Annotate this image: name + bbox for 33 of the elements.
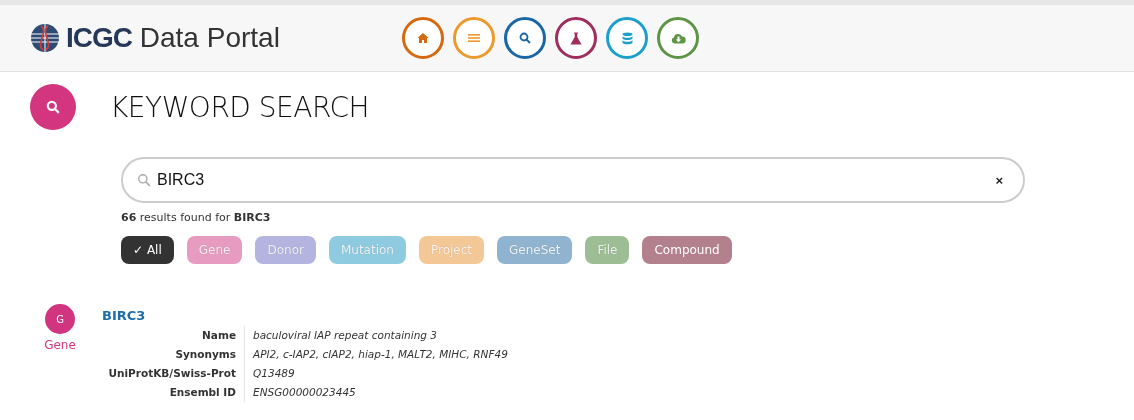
search-icon — [137, 173, 151, 187]
search-field[interactable]: BIRC3 × — [121, 157, 1025, 203]
nav-button[interactable] — [606, 17, 648, 59]
nav-button[interactable] — [657, 17, 699, 59]
field-value: baculoviral IAP repeat containing 3 — [252, 328, 438, 343]
field-label: Ensembl ID — [106, 383, 245, 402]
site-logo[interactable]: ICGC Data Portal — [66, 22, 280, 54]
cloud-download-icon — [670, 32, 686, 44]
type-badge: G — [45, 304, 75, 334]
database-icon — [621, 31, 633, 45]
filter-chip[interactable]: ✓ All — [121, 236, 174, 264]
search-text: BIRC3 — [157, 171, 206, 189]
field-label: Synonyms — [106, 345, 245, 364]
nav-button[interactable] — [504, 17, 546, 59]
search-icon — [519, 32, 531, 44]
result-type: Gene — [44, 338, 76, 352]
clear-button[interactable]: × — [995, 172, 1003, 188]
page-title: KEYWORD SEARCH — [110, 90, 370, 124]
field-label: Name — [106, 326, 245, 345]
globe-logo-icon — [30, 23, 60, 53]
home-icon — [417, 32, 429, 44]
nav-button[interactable] — [402, 17, 444, 59]
flask-icon — [570, 31, 582, 45]
menu-icon — [468, 33, 480, 43]
nav-button[interactable] — [555, 17, 597, 59]
search-icon — [30, 84, 76, 130]
field-value: API2, c-IAP2, cIAP2, hiap-1, MALT2, MIHC, RNF49 — [251, 347, 508, 362]
field-label: UniProtKB/Swiss-Prot — [106, 364, 245, 383]
field-value: ENSG00000023445 — [252, 385, 357, 400]
results-summary: 66 results found for BIRC3 — [121, 211, 272, 224]
result-title-link[interactable]: BIRC3 — [102, 308, 146, 323]
filter-chip[interactable]: Compound — [642, 236, 732, 264]
field-value: Q13489 — [252, 366, 296, 381]
